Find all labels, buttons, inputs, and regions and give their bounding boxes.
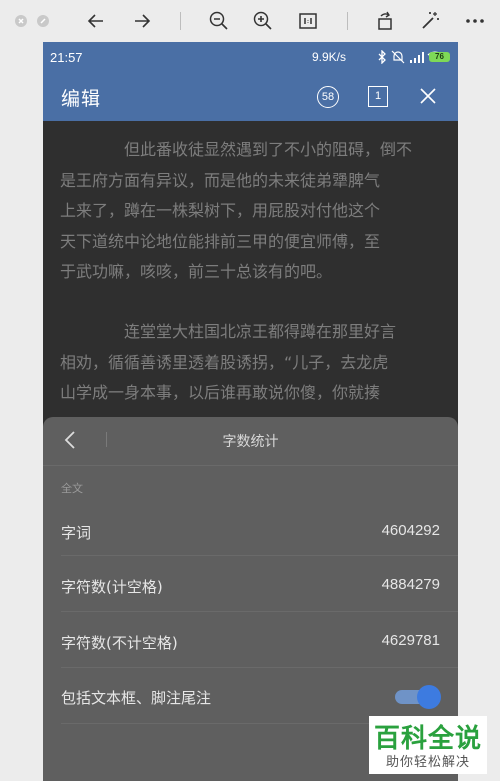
zoom-in-icon[interactable] [251, 9, 275, 33]
include-textbox-footnote-toggle[interactable] [395, 685, 441, 709]
toolbar-divider [180, 12, 181, 30]
word-count-badge-button[interactable]: 58 [317, 86, 339, 108]
divider [61, 555, 458, 556]
stat-value-words: 4604292 [381, 522, 440, 539]
stat-value-chars-no-spaces: 4629781 [381, 632, 440, 649]
more-options-icon[interactable] [463, 9, 487, 33]
divider [43, 465, 458, 466]
stat-label-words: 字词 [61, 524, 92, 542]
network-speed: 9.9K/s [312, 50, 347, 64]
image-viewer-toolbar [0, 0, 500, 42]
panel-header: 字数统计 [43, 417, 458, 463]
page-count-button[interactable]: 1 [368, 86, 388, 107]
forward-arrow-icon[interactable] [130, 9, 154, 33]
status-time: 21:57 [50, 50, 83, 65]
paragraph-2: 连堂堂大柱国北凉王都得蹲在那里好言 相劝，循循善诱里透着股诱拐，“儿子，去龙虎 … [60, 322, 397, 402]
watermark-logo: 百科全说 助你轻松解决 [369, 716, 487, 774]
close-window-button[interactable] [15, 15, 27, 27]
battery-icon: 76 [429, 52, 450, 62]
close-icon[interactable] [419, 87, 437, 105]
watermark-subtitle: 助你轻松解决 [385, 755, 470, 770]
minimize-window-button[interactable] [37, 15, 49, 27]
include-textbox-footnote-label: 包括文本框、脚注尾注 [61, 689, 212, 707]
stat-label-chars-no-spaces: 字符数(不计空格) [61, 634, 178, 652]
panel-title: 字数统计 [222, 434, 279, 450]
zoom-out-icon[interactable] [207, 9, 231, 33]
divider [61, 611, 458, 612]
app-bar: 编辑 58 1 [43, 72, 458, 121]
watermark-title: 百科全说 [373, 724, 482, 754]
section-label: 全文 [61, 482, 83, 495]
app-title: 编辑 [61, 88, 102, 110]
status-bar: 21:57 9.9K/s 76 [43, 42, 458, 72]
stat-value-chars-with-spaces: 4884279 [381, 576, 440, 593]
magic-wand-icon[interactable] [418, 9, 442, 33]
document-content: 但此番收徒显然遇到了不小的阻碍，倒不 是王府方面有异议，而是他的未来徒弟犟脾气 … [43, 121, 458, 421]
bluetooth-icon [378, 50, 386, 64]
paragraph-1: 但此番收徒显然遇到了不小的阻碍，倒不 是王府方面有异议，而是他的未来徒弟犟脾气 … [60, 140, 413, 281]
phone-screen: 21:57 9.9K/s 76 编辑 58 1 但此番收徒显然遇到了不小的阻碍，… [43, 42, 458, 781]
toggle-knob [417, 685, 441, 709]
stat-label-chars-with-spaces: 字符数(计空格) [61, 578, 163, 596]
actual-size-icon[interactable] [296, 9, 320, 33]
mute-bell-icon [391, 50, 405, 64]
divider [61, 667, 458, 668]
back-arrow-icon[interactable] [84, 9, 108, 33]
rotate-icon[interactable] [373, 9, 397, 33]
toolbar-divider [347, 12, 348, 30]
signal-icon [410, 52, 424, 63]
